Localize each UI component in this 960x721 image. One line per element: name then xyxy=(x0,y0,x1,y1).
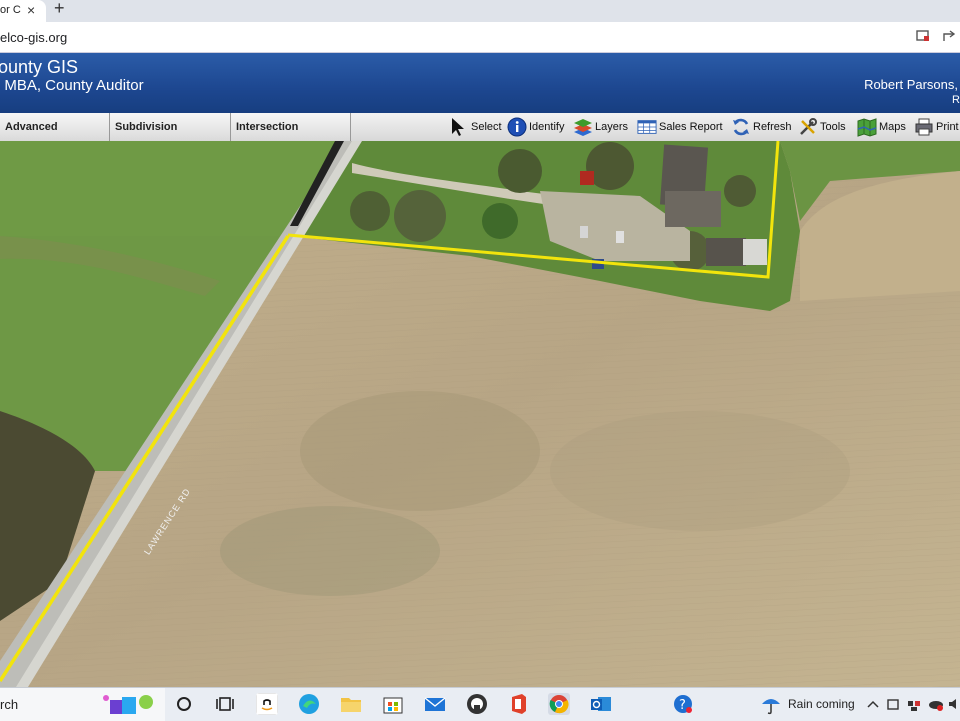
mail-icon[interactable] xyxy=(424,693,446,715)
tray-app-icon[interactable] xyxy=(886,693,900,715)
windows-taskbar: rch ? Rain coming xyxy=(0,687,960,721)
sales-report-label: Sales Report xyxy=(659,121,723,133)
app-badge-icon[interactable] xyxy=(466,693,488,715)
help-icon[interactable]: ? xyxy=(672,693,694,715)
task-view-circle-icon[interactable] xyxy=(173,693,195,715)
taskbar-search-text: rch xyxy=(0,697,19,712)
user-name: Robert Parsons, xyxy=(864,77,958,92)
intersection-search-button[interactable]: Intersection Search▼ xyxy=(231,113,351,161)
edge-browser-icon[interactable] xyxy=(298,693,320,715)
table-grid-icon xyxy=(637,120,657,134)
tools-label: Tools xyxy=(820,121,846,133)
user-role: R xyxy=(952,94,960,106)
printer-icon xyxy=(915,118,933,136)
map-icon xyxy=(857,118,877,137)
wrench-screwdriver-icon xyxy=(800,118,817,135)
outlook-icon[interactable] xyxy=(590,693,612,715)
browser-tab[interactable]: or C × xyxy=(0,0,46,22)
subdivision-search-button[interactable]: Subdivision Search▼ xyxy=(110,113,231,161)
tools-button[interactable]: Tools xyxy=(798,115,846,139)
layers-tool-label: Layers xyxy=(595,121,629,133)
gis-toolbar: Advanced Search▼ Subdivision Search▼ Int… xyxy=(0,113,960,161)
tab-title: or C xyxy=(0,4,21,16)
refresh-label: Refresh xyxy=(753,121,792,133)
share-icon[interactable] xyxy=(942,29,956,43)
identify-tool-label: Identify xyxy=(529,121,565,133)
taskbar-search-box[interactable]: rch xyxy=(0,688,165,721)
svg-text:?: ? xyxy=(679,698,686,713)
sales-report-button[interactable]: Sales Report xyxy=(637,115,723,139)
browser-tab-strip: or C × + xyxy=(0,0,960,22)
chrome-icon[interactable] xyxy=(548,693,570,715)
select-tool-label: Select xyxy=(471,121,502,133)
aerial-map-view[interactable]: LAWRENCE RD xyxy=(0,141,960,687)
cursor-arrow-icon xyxy=(452,118,464,137)
advanced-search-button[interactable]: Advanced Search▼ xyxy=(0,113,110,161)
info-icon xyxy=(507,117,527,137)
office-icon[interactable] xyxy=(508,693,530,715)
page-subtitle: , MBA, County Auditor xyxy=(0,77,144,94)
url-text[interactable]: elco-gis.org xyxy=(0,30,67,45)
select-tool-button[interactable]: Select xyxy=(449,115,502,139)
store-icon[interactable] xyxy=(382,693,404,715)
chevron-up-icon[interactable] xyxy=(866,693,880,715)
gis-header-banner: ounty GIS , MBA, County Auditor Robert P… xyxy=(0,53,960,113)
aerial-imagery xyxy=(0,141,960,687)
weather-text[interactable]: Rain coming xyxy=(788,697,855,711)
maps-label: Maps xyxy=(879,121,906,133)
layers-icon xyxy=(574,119,592,137)
search-highlight-icon xyxy=(103,695,153,714)
address-bar[interactable]: elco-gis.org xyxy=(0,22,960,53)
cast-icon[interactable] xyxy=(916,29,930,43)
task-view-icon[interactable] xyxy=(214,693,236,715)
rain-weather-icon xyxy=(762,699,780,715)
amazon-icon[interactable] xyxy=(256,693,278,715)
tray-network-icon[interactable] xyxy=(906,693,922,715)
file-explorer-icon[interactable] xyxy=(340,693,362,715)
print-label: Print xyxy=(936,121,959,133)
identify-tool-button[interactable]: Identify xyxy=(507,115,564,139)
maps-button[interactable]: Maps xyxy=(857,115,906,139)
print-button[interactable]: Print xyxy=(914,115,959,139)
new-tab-button[interactable]: + xyxy=(54,0,65,19)
layers-tool-button[interactable]: Layers xyxy=(573,115,628,139)
tray-cloud-icon[interactable] xyxy=(928,693,944,715)
close-tab-icon[interactable]: × xyxy=(27,0,35,20)
refresh-button[interactable]: Refresh xyxy=(731,115,792,139)
tray-volume-icon[interactable] xyxy=(948,693,960,715)
refresh-icon xyxy=(733,118,749,136)
page-title: ounty GIS xyxy=(0,57,79,77)
